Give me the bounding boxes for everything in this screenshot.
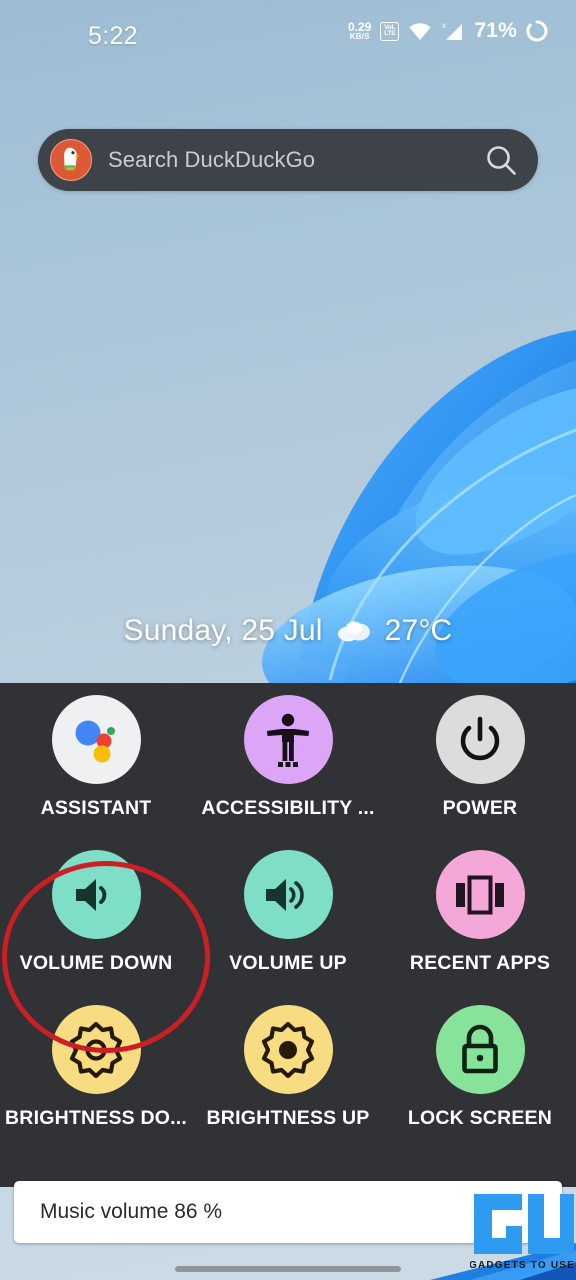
- menu-item-lock-screen[interactable]: LOCK SCREEN: [384, 993, 576, 1148]
- home-gesture-pill[interactable]: [175, 1266, 401, 1272]
- phone-screen: 5:22 0.29 KB/S VoL LTE x 71% Search Duck…: [0, 0, 576, 1280]
- menu-item-label: POWER: [442, 797, 518, 819]
- menu-item-label: LOCK SCREEN: [407, 1107, 553, 1129]
- duckduckgo-search-bar[interactable]: Search DuckDuckGo: [38, 129, 538, 191]
- network-speed-unit: KB/S: [349, 32, 370, 41]
- menu-item-label: ACCESSIBILITY ...: [201, 797, 375, 819]
- volume-down-icon: [51, 850, 141, 939]
- panel-row-1: ASSISTANT ACCESSIBILITY ... POWER: [0, 683, 576, 838]
- volte-icon-bottom-label: LTE: [384, 30, 396, 37]
- menu-item-volume-up[interactable]: VOLUME UP: [192, 838, 384, 993]
- menu-item-label: BRIGHTNESS UP: [206, 1107, 370, 1129]
- status-bar: 5:22 0.29 KB/S VoL LTE x 71%: [0, 0, 576, 62]
- accessibility-person-icon: [243, 695, 333, 784]
- recent-apps-icon: [435, 850, 525, 939]
- lock-icon: [435, 1005, 525, 1094]
- battery-circle-icon: [526, 20, 548, 42]
- menu-item-label: VOLUME UP: [229, 952, 347, 974]
- cloud-icon: [337, 621, 370, 642]
- panel-row-2: VOLUME DOWN VOLUME UP RECENT APPS: [0, 838, 576, 993]
- volume-up-icon: [243, 850, 333, 939]
- google-assistant-icon: [51, 695, 141, 784]
- menu-item-recent-apps[interactable]: RECENT APPS: [384, 838, 576, 993]
- cellular-signal-no-sim-icon: x: [442, 21, 463, 40]
- menu-item-label: VOLUME DOWN: [19, 952, 173, 974]
- volte-icon: VoL LTE: [380, 21, 400, 41]
- gu-logo-icon: GADGETS TO USE: [469, 1194, 574, 1271]
- date-label: Sunday, 25 Jul: [123, 614, 323, 647]
- menu-item-brightness-down[interactable]: BRIGHTNESS DO...: [0, 993, 192, 1148]
- status-bar-clock: 5:22: [88, 22, 138, 50]
- brightness-down-icon: [51, 1005, 141, 1094]
- date-weather-widget[interactable]: Sunday, 25 Jul 27°C: [0, 614, 576, 648]
- menu-item-power[interactable]: POWER: [384, 683, 576, 838]
- menu-item-assistant[interactable]: ASSISTANT: [0, 683, 192, 838]
- wifi-icon: [409, 22, 431, 40]
- menu-item-label: ASSISTANT: [40, 797, 152, 819]
- watermark-text: GADGETS TO USE: [470, 1260, 574, 1271]
- toast-message: Music volume 86 %: [40, 1200, 223, 1223]
- battery-percent-label: 71%: [474, 19, 517, 42]
- network-speed-indicator: 0.29 KB/S: [348, 21, 371, 41]
- power-icon: [435, 695, 525, 784]
- temperature-label: 27°C: [384, 614, 453, 647]
- brightness-up-icon: [243, 1005, 333, 1094]
- menu-item-brightness-up[interactable]: BRIGHTNESS UP: [192, 993, 384, 1148]
- accessibility-menu-panel: ASSISTANT ACCESSIBILITY ... POWER VOLUME…: [0, 683, 576, 1187]
- menu-item-label: RECENT APPS: [409, 952, 551, 974]
- watermark: GADGETS TO USE: [469, 1186, 574, 1274]
- svg-text:x: x: [442, 21, 446, 30]
- menu-item-accessibility[interactable]: ACCESSIBILITY ...: [192, 683, 384, 838]
- panel-row-3: BRIGHTNESS DO... BRIGHTNESS UP LOCK SCRE…: [0, 993, 576, 1148]
- menu-item-volume-down[interactable]: VOLUME DOWN: [0, 838, 192, 993]
- status-bar-icons: 0.29 KB/S VoL LTE x 71%: [348, 19, 548, 43]
- search-icon[interactable]: [484, 143, 518, 177]
- search-input[interactable]: Search DuckDuckGo: [108, 147, 484, 173]
- duckduckgo-logo-icon: [50, 139, 92, 181]
- menu-item-label: BRIGHTNESS DO...: [5, 1107, 187, 1129]
